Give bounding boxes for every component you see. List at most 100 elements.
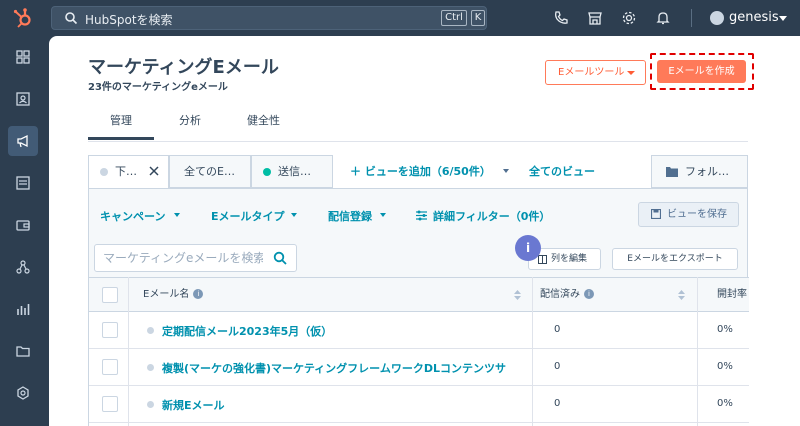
settings-icon bbox=[17, 386, 29, 400]
tab-health[interactable]: 健全性 bbox=[247, 112, 280, 128]
edit-columns-label: 列を編集 bbox=[551, 254, 588, 264]
megaphone-icon bbox=[17, 134, 28, 148]
view-tab-label: 全てのE… bbox=[184, 165, 235, 178]
table-row[interactable]: 定期配信メール2023年5月（仮） 0 0% bbox=[89, 312, 749, 349]
column-header-email-name[interactable]: Eメール名 i bbox=[143, 278, 204, 312]
search-icon bbox=[65, 12, 78, 25]
status-dot bbox=[147, 364, 154, 371]
email-table: Eメール名 i 配信済み i 開封率 定期配信メール2023年5月（仮） 0 0% … bbox=[89, 277, 749, 426]
chevron-down-icon bbox=[627, 71, 635, 75]
column-header-sent[interactable]: 配信済み i bbox=[540, 278, 594, 312]
main-panel: マーケティングEメール 23件のマーケティングeメール Eメールツール Eメール… bbox=[49, 36, 800, 426]
inbox-icon bbox=[16, 176, 30, 190]
sidebar-item-content[interactable] bbox=[8, 168, 38, 198]
row-checkbox[interactable] bbox=[102, 396, 118, 412]
sidebar-item-bookmarks[interactable] bbox=[8, 42, 38, 72]
sidebar-item-automation[interactable] bbox=[8, 252, 38, 282]
email-name-link[interactable]: 新規Eメール bbox=[162, 397, 225, 413]
table-header: Eメール名 i 配信済み i 開封率 bbox=[89, 277, 749, 312]
grid-icon bbox=[16, 50, 30, 64]
sent-count: 0 bbox=[554, 398, 561, 409]
sidebar-item-commerce[interactable] bbox=[8, 210, 38, 240]
save-view-button[interactable]: ビューを保存 bbox=[638, 202, 739, 227]
column-header-open-rate[interactable]: 開封率 bbox=[717, 278, 747, 312]
tab-manage[interactable]: 管理 bbox=[88, 112, 154, 140]
bell-icon[interactable] bbox=[655, 10, 671, 26]
add-view-link[interactable]: ＋ ビューを追加（6/50件） bbox=[350, 155, 491, 188]
sent-count: 0 bbox=[554, 361, 561, 372]
sidebar-item-settings[interactable] bbox=[8, 378, 38, 408]
email-count-subtitle: 23件のマーケティングeメール bbox=[88, 82, 228, 93]
email-type-filter[interactable]: Eメールタイプ bbox=[211, 208, 285, 224]
sort-icon[interactable] bbox=[514, 290, 521, 300]
sidebar bbox=[0, 36, 46, 426]
view-tab-label: 送信… bbox=[278, 165, 311, 178]
columns-icon bbox=[538, 255, 547, 264]
info-icon[interactable]: i bbox=[193, 289, 204, 299]
view-status-dot bbox=[100, 168, 108, 176]
status-dot bbox=[147, 401, 154, 408]
sidebar-item-library[interactable] bbox=[8, 336, 38, 366]
gear-icon[interactable] bbox=[621, 10, 637, 26]
shortcut-ctrl-key: Ctrl bbox=[441, 10, 467, 26]
table-search-box[interactable] bbox=[94, 244, 297, 272]
chevron-down-icon[interactable] bbox=[779, 16, 787, 21]
tab-analyze[interactable]: 分析 bbox=[179, 112, 201, 128]
advanced-filters-link[interactable]: 詳細フィルター（0件） bbox=[433, 208, 550, 224]
view-tab-3[interactable]: 送信… bbox=[251, 155, 333, 188]
top-navigation-bar: HubSpotを検索 Ctrl K genesis bbox=[0, 0, 800, 36]
email-tools-label: Eメールツール bbox=[558, 67, 625, 78]
phone-icon[interactable] bbox=[553, 10, 569, 26]
page-title: マーケティングEメール bbox=[88, 57, 279, 78]
add-view-label: ビューを追加（6/50件） bbox=[364, 165, 491, 178]
export-emails-button[interactable]: Eメールをエクスポート bbox=[612, 248, 738, 270]
campaign-filter[interactable]: キャンペーン bbox=[100, 208, 165, 224]
column-header-label: 配信済み bbox=[540, 289, 580, 300]
table-row[interactable]: 複製(マーケの強化書)マーケティングフレームワークDLコンテンツサ 0 0% bbox=[89, 349, 749, 386]
view-tab-label: 下… bbox=[115, 165, 137, 178]
close-icon[interactable] bbox=[147, 164, 161, 178]
email-tools-button[interactable]: Eメールツール bbox=[545, 60, 646, 85]
avatar[interactable] bbox=[710, 11, 724, 25]
sidebar-item-reports[interactable] bbox=[8, 294, 38, 324]
table-search-input[interactable] bbox=[103, 249, 263, 267]
row-checkbox[interactable] bbox=[102, 359, 118, 375]
email-name-link[interactable]: 複製(マーケの強化書)マーケティングフレームワークDLコンテンツサ bbox=[162, 360, 506, 376]
create-button-highlight: Eメールを作成 bbox=[650, 53, 754, 90]
sort-icon[interactable] bbox=[678, 290, 685, 300]
chevron-down-icon[interactable] bbox=[291, 213, 297, 217]
page-tabs: 管理 分析 健全性 bbox=[88, 108, 748, 142]
marketplace-icon[interactable] bbox=[587, 10, 603, 26]
sliders-icon bbox=[416, 210, 427, 221]
global-search-bar[interactable]: HubSpotを検索 Ctrl K bbox=[51, 6, 487, 30]
topbar-divider bbox=[691, 9, 692, 27]
open-rate: 0% bbox=[717, 324, 733, 335]
sidebar-item-marketing[interactable] bbox=[8, 126, 38, 156]
folder-view-button[interactable]: フォル… bbox=[651, 155, 748, 188]
column-header-label: Eメール名 bbox=[143, 289, 190, 300]
view-tab-2[interactable]: 全てのE… bbox=[169, 155, 251, 188]
folder-icon bbox=[666, 167, 678, 177]
view-tab-1[interactable]: 下… bbox=[88, 155, 169, 188]
all-views-link[interactable]: 全てのビュー bbox=[529, 155, 595, 188]
select-all-checkbox[interactable] bbox=[102, 287, 118, 303]
folder-label: フォル… bbox=[685, 165, 729, 178]
reports-icon bbox=[17, 304, 30, 315]
row-checkbox[interactable] bbox=[102, 322, 118, 338]
chevron-down-icon[interactable] bbox=[503, 169, 509, 173]
account-name[interactable]: genesis bbox=[729, 10, 779, 25]
subscription-filter[interactable]: 配信登録 bbox=[328, 208, 372, 224]
create-email-button[interactable]: Eメールを作成 bbox=[657, 60, 746, 83]
hubspot-logo-icon[interactable] bbox=[12, 7, 34, 29]
chevron-down-icon[interactable] bbox=[174, 213, 180, 217]
chevron-down-icon[interactable] bbox=[380, 213, 386, 217]
sidebar-item-contacts[interactable] bbox=[8, 84, 38, 114]
info-badge-icon[interactable]: i bbox=[515, 235, 541, 261]
open-rate: 0% bbox=[717, 361, 733, 372]
save-icon bbox=[651, 209, 661, 219]
search-icon[interactable] bbox=[273, 251, 287, 265]
info-icon[interactable]: i bbox=[584, 289, 594, 299]
table-row[interactable]: 新規Eメール 0 0% bbox=[89, 386, 749, 423]
email-name-link[interactable]: 定期配信メール2023年5月（仮） bbox=[162, 323, 332, 339]
contacts-icon bbox=[16, 92, 30, 106]
